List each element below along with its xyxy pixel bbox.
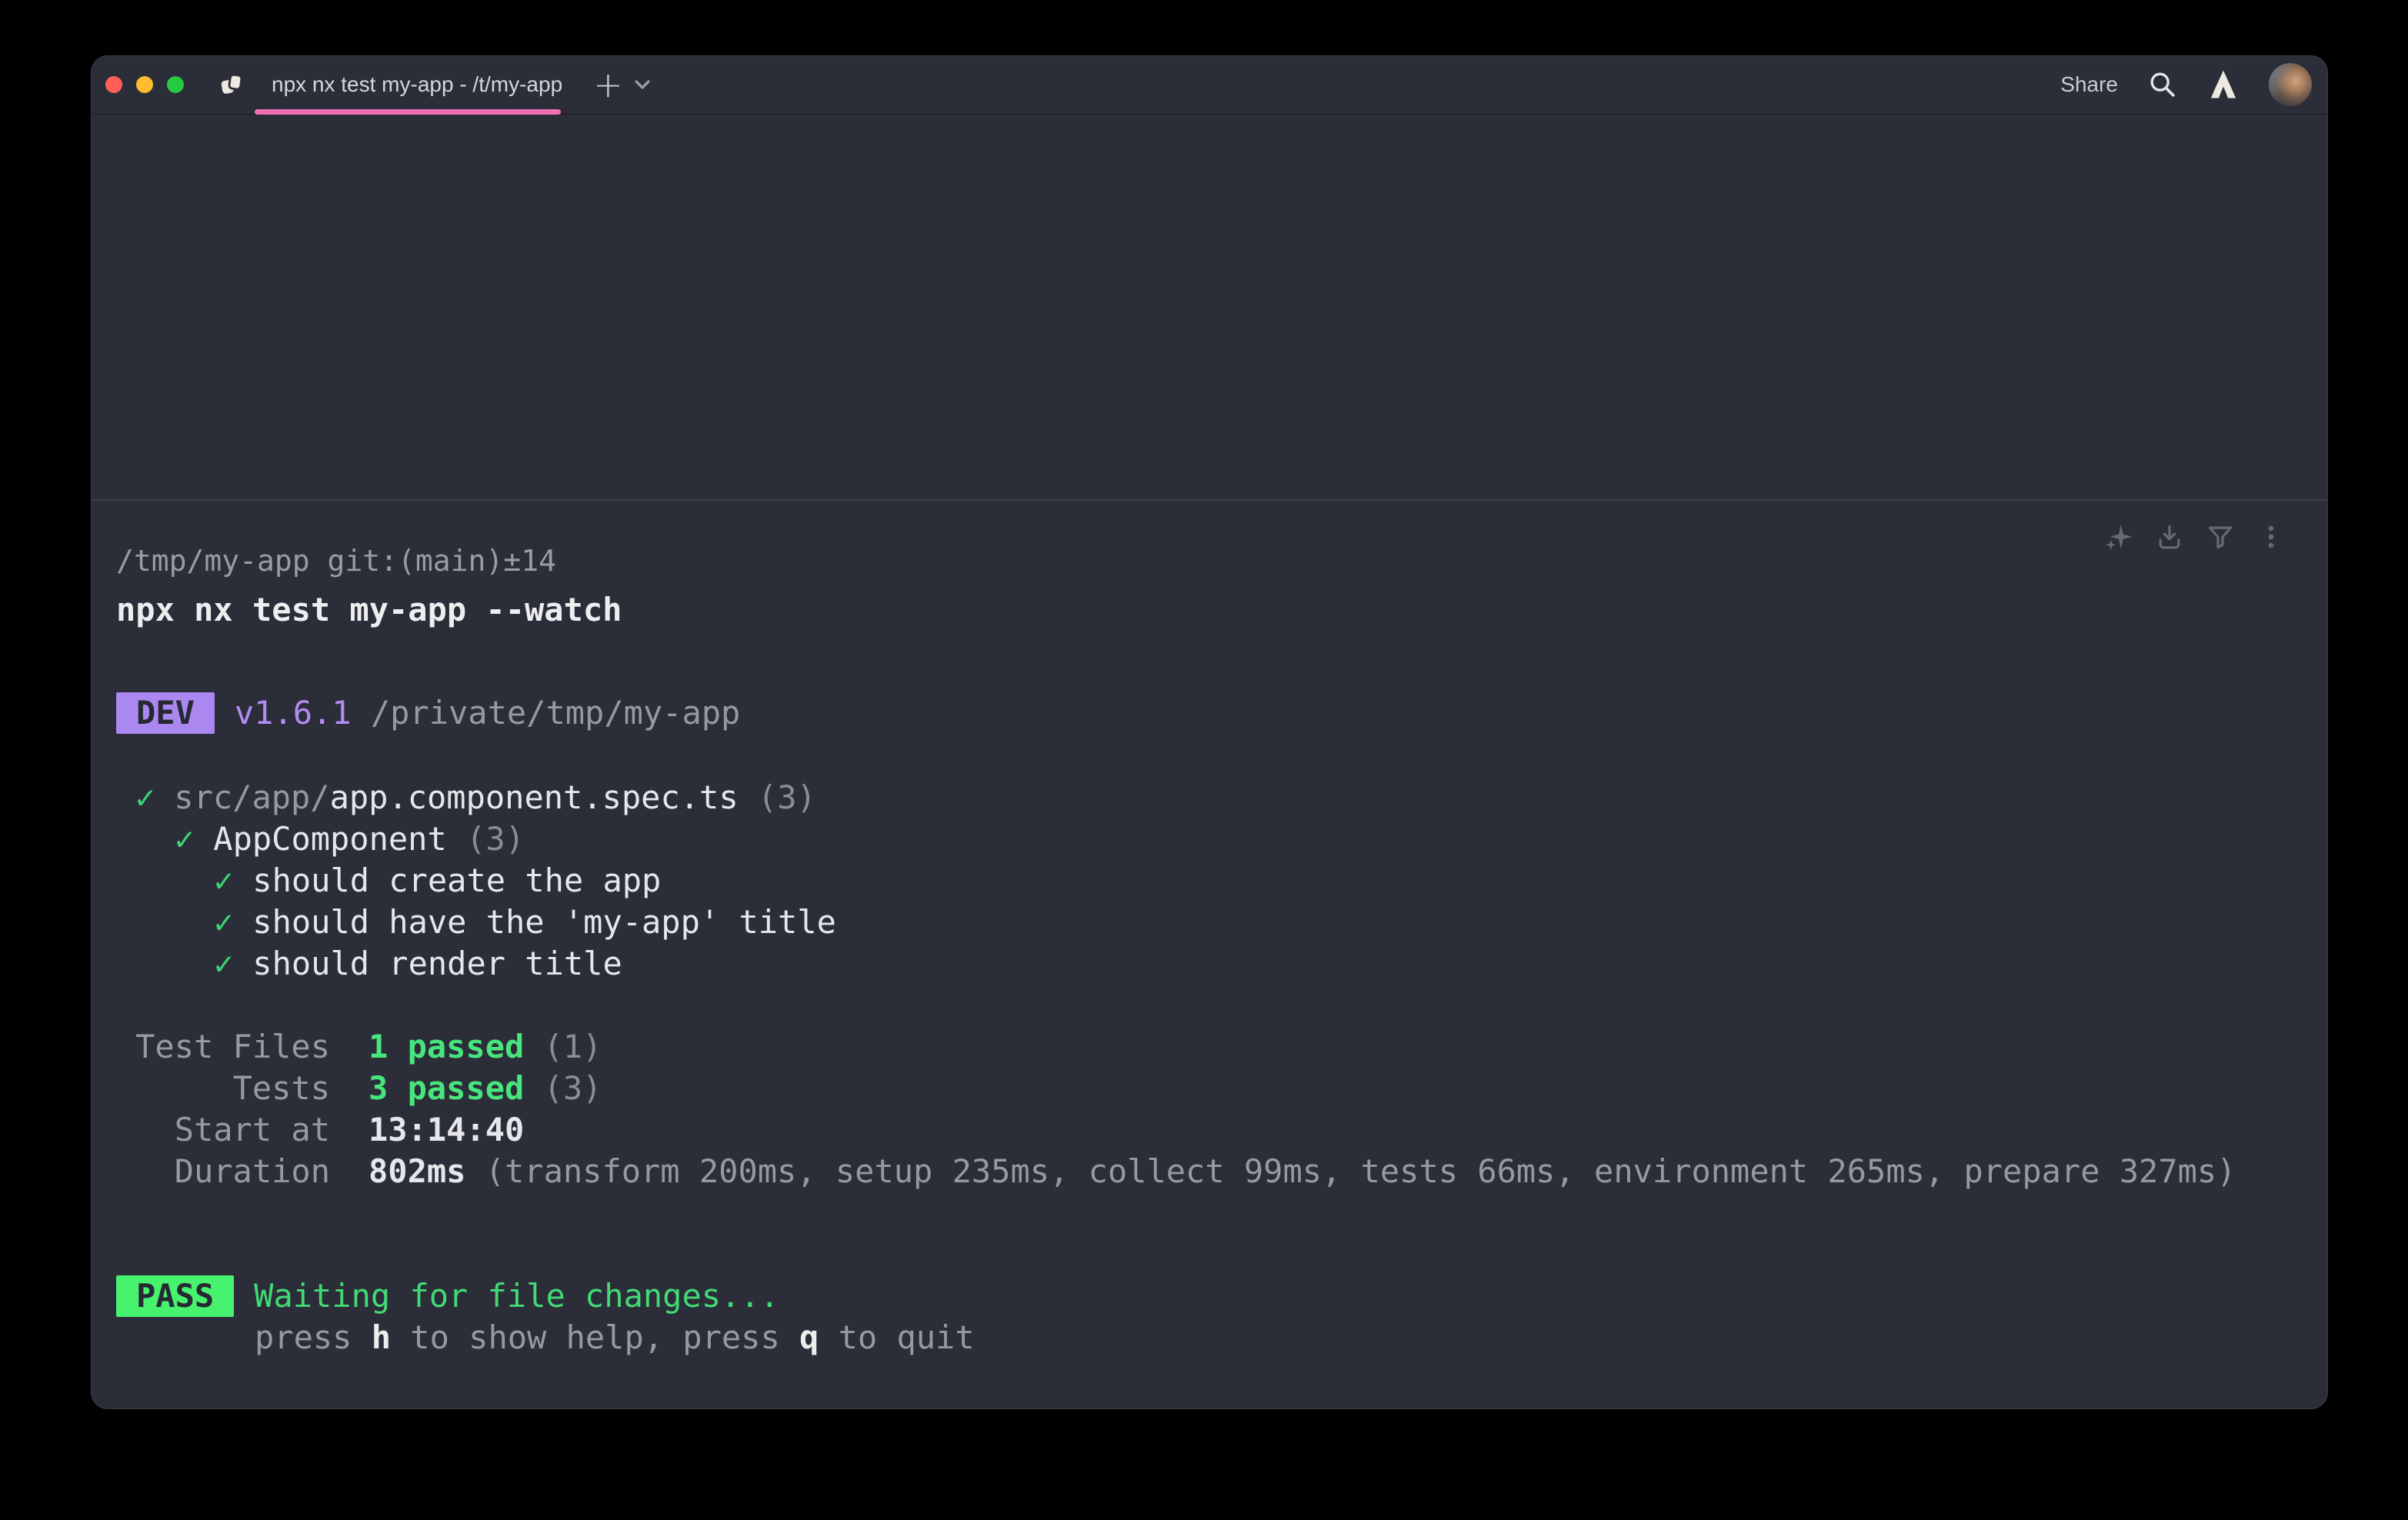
summary-value: 802ms bbox=[369, 1152, 465, 1190]
pass-badge: PASS bbox=[116, 1275, 234, 1317]
search-icon[interactable] bbox=[2147, 69, 2178, 100]
shell-prompt: /tmp/my-app git:(main)±14 bbox=[116, 540, 2296, 582]
test-suite-row: ✓ AppComponent (3) bbox=[116, 818, 2296, 860]
check-icon: ✓ bbox=[214, 945, 233, 982]
summary-tests-row: Tests 3 passed (3) bbox=[116, 1068, 2296, 1109]
scrollback-area bbox=[92, 115, 2327, 501]
vitest-version: v1.6.1 bbox=[235, 694, 352, 732]
help-key-h: h bbox=[372, 1318, 391, 1356]
titlebar-actions: Share bbox=[2060, 63, 2327, 106]
summary-duration-row: Duration 802ms (transform 200ms, setup 23… bbox=[116, 1151, 2296, 1192]
terminal-window: npx nx test my-app - /t/my-app + Share bbox=[91, 55, 2328, 1409]
test-suite-count: (3) bbox=[466, 820, 525, 858]
summary-label: Duration bbox=[116, 1151, 330, 1192]
close-window-button[interactable] bbox=[105, 76, 122, 93]
test-file-row: ✓ src/app/app.component.spec.ts (3) bbox=[116, 777, 2296, 818]
test-case-name: should render title bbox=[252, 945, 622, 982]
test-case-row: ✓ should have the 'my-app' title bbox=[116, 902, 2296, 943]
user-avatar[interactable] bbox=[2269, 63, 2312, 106]
warp-logo-icon[interactable] bbox=[2207, 68, 2240, 101]
ai-sparkles-icon[interactable] bbox=[2104, 522, 2133, 552]
help-text: to show help, press bbox=[391, 1318, 799, 1356]
summary-test-files-row: Test Files 1 passed (1) bbox=[116, 1026, 2296, 1068]
active-tab-indicator bbox=[255, 109, 561, 115]
check-icon: ✓ bbox=[135, 778, 155, 816]
check-icon: ✓ bbox=[175, 820, 194, 858]
summary-value: 3 passed bbox=[369, 1069, 524, 1107]
test-case-name: should create the app bbox=[252, 862, 661, 899]
vitest-header-line: DEV v1.6.1 /private/tmp/my-app bbox=[116, 692, 2296, 734]
summary-label: Tests bbox=[116, 1068, 330, 1109]
tab-bar: npx nx test my-app - /t/my-app + Share bbox=[92, 56, 2327, 115]
help-text: to quit bbox=[819, 1318, 974, 1356]
more-options-kebab-icon[interactable] bbox=[2256, 522, 2286, 552]
share-button[interactable]: Share bbox=[2060, 72, 2118, 97]
test-case-name: should have the 'my-app' title bbox=[252, 903, 836, 941]
minimize-window-button[interactable] bbox=[136, 76, 153, 93]
watch-help-row: press h to show help, press q to quit bbox=[116, 1317, 2296, 1358]
terminal-output: /tmp/my-app git:(main)±14 npx nx test my… bbox=[92, 501, 2327, 1358]
command-text: npx nx test my-app --watch bbox=[116, 589, 2296, 631]
summary-value: 13:14:40 bbox=[369, 1111, 524, 1148]
dev-badge: DEV bbox=[116, 692, 215, 734]
summary-paren: (1) bbox=[544, 1028, 602, 1065]
window-controls bbox=[92, 76, 184, 93]
summary-start-at-row: Start at 13:14:40 bbox=[116, 1109, 2296, 1151]
help-key-q: q bbox=[799, 1318, 819, 1356]
tab-title: npx nx test my-app - /t/my-app bbox=[272, 72, 562, 97]
new-tab-button[interactable]: + bbox=[593, 67, 623, 102]
summary-value: 1 passed bbox=[369, 1028, 524, 1065]
check-icon: ✓ bbox=[214, 862, 233, 899]
summary-paren: (3) bbox=[544, 1069, 602, 1107]
download-icon[interactable] bbox=[2155, 522, 2184, 552]
summary-label: Test Files bbox=[116, 1026, 330, 1068]
tab-list-chevron-down-icon[interactable] bbox=[634, 78, 651, 91]
vitest-cwd: /private/tmp/my-app bbox=[371, 694, 740, 732]
pages-icon bbox=[219, 72, 245, 98]
block-toolbar bbox=[2104, 522, 2286, 552]
test-file-dir: src/app/ bbox=[174, 778, 329, 816]
summary-duration-breakdown: (transform 200ms, setup 235ms, collect 9… bbox=[485, 1152, 2236, 1190]
test-case-row: ✓ should render title bbox=[116, 943, 2296, 985]
test-file-name: app.component.spec.ts bbox=[330, 778, 739, 816]
help-text: press bbox=[255, 1318, 372, 1356]
test-suite-name: AppComponent bbox=[213, 820, 446, 858]
zoom-window-button[interactable] bbox=[167, 76, 184, 93]
watch-status-row: PASS Waiting for file changes... bbox=[116, 1275, 2296, 1317]
summary-label: Start at bbox=[116, 1109, 330, 1151]
test-case-row: ✓ should create the app bbox=[116, 860, 2296, 902]
tab-active[interactable]: npx nx test my-app - /t/my-app bbox=[261, 56, 573, 113]
filter-icon[interactable] bbox=[2206, 522, 2235, 552]
watch-message: Waiting for file changes... bbox=[254, 1277, 779, 1315]
check-icon: ✓ bbox=[214, 903, 233, 941]
test-file-count: (3) bbox=[758, 778, 816, 816]
